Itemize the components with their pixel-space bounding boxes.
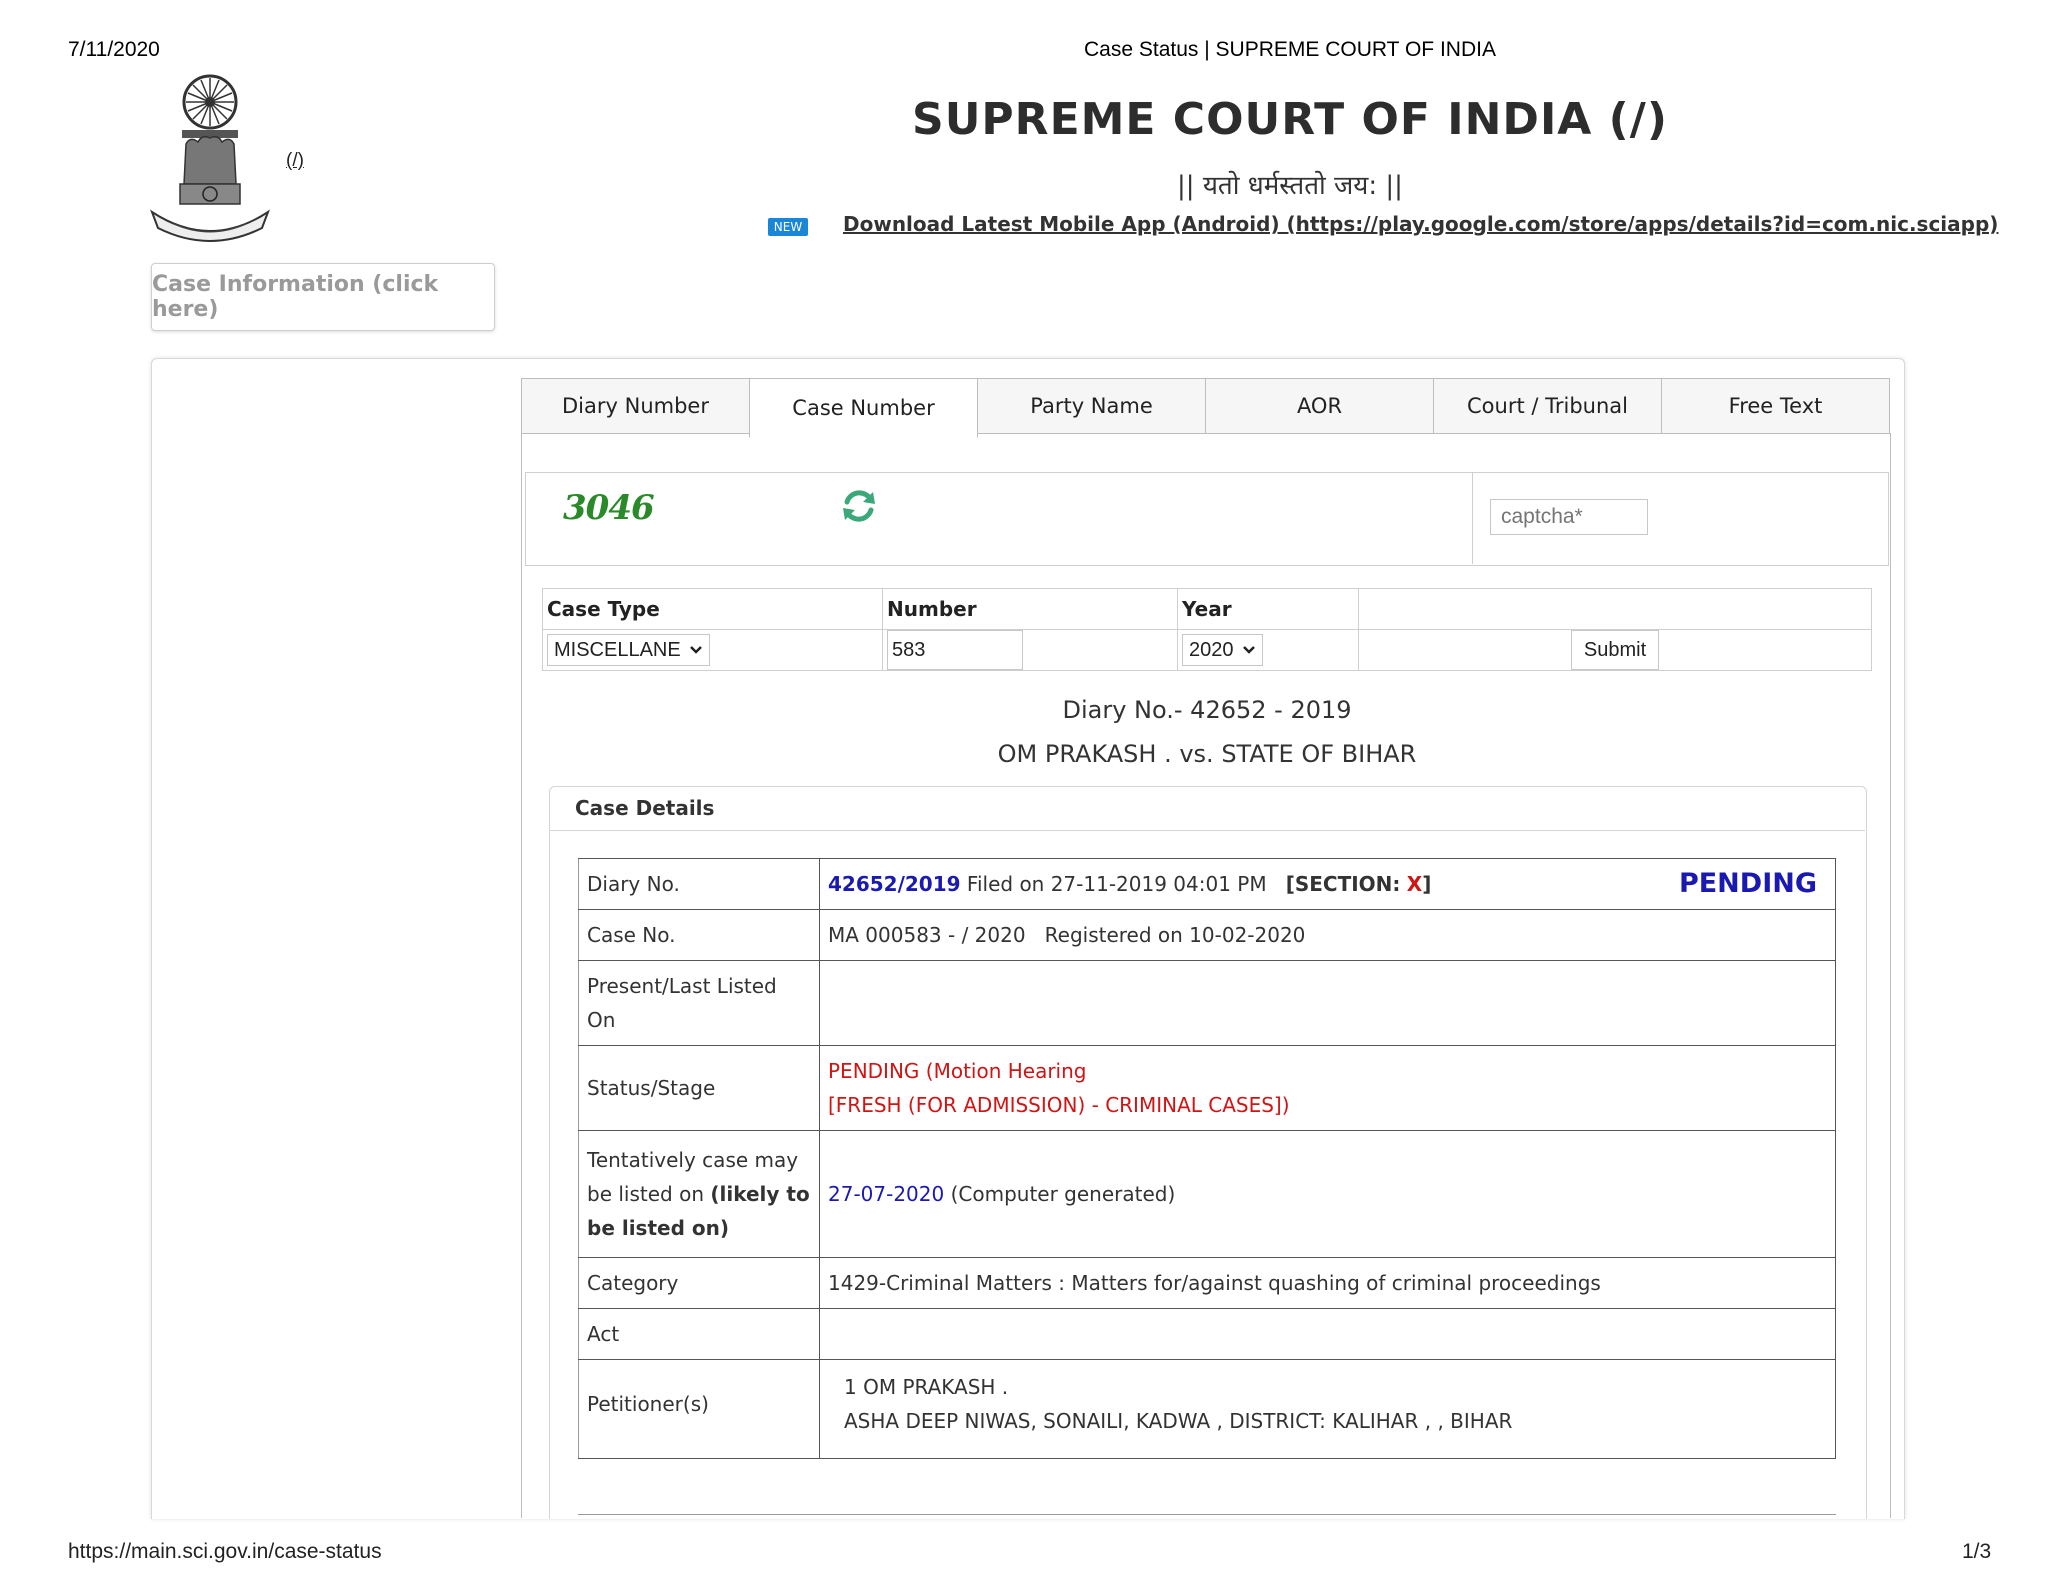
- tentative-note: (Computer generated): [950, 1182, 1176, 1206]
- case-search-form: Case Type Number Year MISCELLANE 583 202…: [542, 588, 1872, 671]
- case-type-select[interactable]: MISCELLANE: [547, 634, 710, 666]
- status-line-1: PENDING (Motion Hearing: [828, 1059, 1087, 1083]
- chevron-down-icon: [1242, 646, 1255, 654]
- home-link[interactable]: (/): [286, 150, 304, 172]
- new-badge: NEW: [768, 218, 808, 236]
- case-information-button[interactable]: Case Information (click here): [151, 263, 495, 331]
- case-type-value: MISCELLANE: [554, 638, 681, 661]
- table-row: Diary No. PENDING 42652/2019 Filed on 27…: [578, 858, 1836, 910]
- captcha-divider: [1472, 472, 1473, 564]
- tab-free-text[interactable]: Free Text: [1661, 378, 1890, 434]
- number-header: Number: [882, 588, 1178, 630]
- print-page-number: 1/3: [1962, 1540, 1992, 1563]
- case-no-value: MA 000583 - / 2020 Registered on 10-02-2…: [819, 909, 1836, 961]
- filed-on: Filed on 27-11-2019 04:01 PM: [966, 872, 1267, 896]
- captcha-input[interactable]: [1490, 499, 1648, 535]
- tab-diary-number[interactable]: Diary Number: [521, 378, 750, 434]
- empty-header: [1358, 588, 1872, 630]
- section-close: ]: [1422, 872, 1432, 896]
- status-line-2: [FRESH (FOR ADMISSION) - CRIMINAL CASES]…: [828, 1093, 1290, 1117]
- captcha-row: [525, 472, 1889, 566]
- year-header: Year: [1177, 588, 1359, 630]
- petitioner-label: Petitioner(s): [578, 1359, 820, 1459]
- refresh-captcha-icon[interactable]: [837, 484, 881, 528]
- table-row: Tentatively case may be listed on (likel…: [578, 1130, 1836, 1258]
- tab-party-name[interactable]: Party Name: [977, 378, 1206, 434]
- diary-number: 42652/2019: [828, 872, 961, 896]
- table-row: Category 1429-Criminal Matters : Matters…: [578, 1257, 1836, 1309]
- table-row: Petitioner(s) 1 OM PRAKASH . ASHA DEEP N…: [578, 1359, 1836, 1459]
- submit-button[interactable]: Submit: [1571, 630, 1659, 670]
- section-value: X: [1406, 872, 1423, 896]
- category-label: Category: [578, 1257, 820, 1309]
- case-details-table: Diary No. PENDING 42652/2019 Filed on 27…: [578, 858, 1836, 1459]
- search-tabs: Diary Number Case Number Party Name AOR …: [521, 378, 1890, 438]
- chevron-down-icon: [689, 646, 702, 654]
- diary-label: Diary No.: [578, 858, 820, 910]
- case-number-input[interactable]: 583: [887, 630, 1023, 670]
- national-emblem-icon[interactable]: [146, 72, 274, 250]
- petitioner-name: 1 OM PRAKASH .: [844, 1375, 1009, 1399]
- tab-aor[interactable]: AOR: [1205, 378, 1434, 434]
- listed-label: Present/Last Listed On: [578, 960, 820, 1046]
- case-type-header: Case Type: [542, 588, 883, 630]
- tentative-date: 27-07-2020: [828, 1182, 945, 1206]
- captcha-image: 3046: [563, 488, 655, 528]
- print-date: 7/11/2020: [68, 38, 160, 61]
- year-value: 2020: [1189, 638, 1234, 661]
- site-title[interactable]: SUPREME COURT OF INDIA (/): [700, 94, 1880, 145]
- diary-heading: Diary No.- 42652 - 2019: [1062, 696, 1352, 724]
- section-label: [SECTION:: [1285, 872, 1401, 896]
- tab-court-tribunal[interactable]: Court / Tribunal: [1433, 378, 1662, 434]
- status-label: Status/Stage: [578, 1045, 820, 1131]
- category-value: 1429-Criminal Matters : Matters for/agai…: [819, 1257, 1836, 1309]
- table-row: Status/Stage PENDING (Motion Hearing [FR…: [578, 1045, 1836, 1131]
- listed-value: [819, 960, 1836, 1046]
- tab-case-number[interactable]: Case Number: [749, 378, 978, 438]
- act-value: [819, 1308, 1836, 1360]
- download-app-link[interactable]: Download Latest Mobile App (Android) (ht…: [843, 212, 1998, 236]
- tentative-label: Tentatively case may be listed on (likel…: [578, 1130, 820, 1258]
- parties-heading: OM PRAKASH . vs. STATE OF BIHAR: [997, 740, 1417, 768]
- case-details-title: Case Details: [575, 796, 715, 820]
- motto: || यतो धर्मस्ततो जय: ||: [1177, 171, 1403, 201]
- table-row: Act: [578, 1308, 1836, 1360]
- print-url: https://main.sci.gov.in/case-status: [68, 1540, 382, 1563]
- case-no-label: Case No.: [578, 909, 820, 961]
- pending-status: PENDING: [1678, 868, 1817, 899]
- case-details-header[interactable]: Case Details: [549, 786, 1865, 831]
- petitioner-address: ASHA DEEP NIWAS, SONAILI, KADWA , DISTRI…: [844, 1409, 1513, 1433]
- table-continuation-line: [578, 1514, 1836, 1515]
- act-label: Act: [578, 1308, 820, 1360]
- table-row: Case No. MA 000583 - / 2020 Registered o…: [578, 909, 1836, 961]
- year-select[interactable]: 2020: [1182, 634, 1263, 666]
- table-row: Present/Last Listed On: [578, 960, 1836, 1046]
- print-page-title: Case Status | SUPREME COURT OF INDIA: [1084, 38, 1496, 61]
